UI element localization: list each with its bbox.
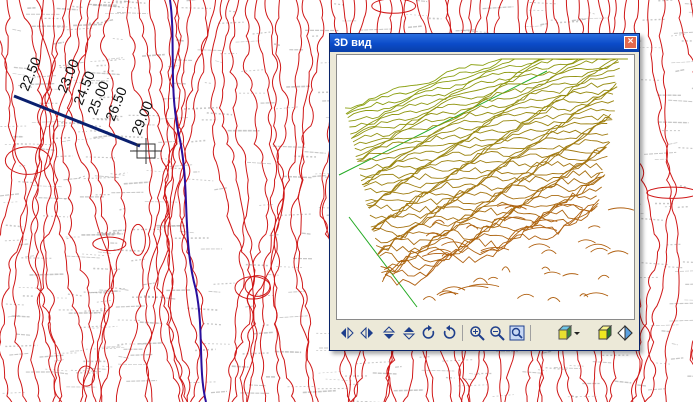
zoom-extents-icon[interactable] <box>508 324 526 342</box>
view-toolbar <box>336 322 633 346</box>
dropdown-arrow-icon[interactable] <box>572 324 582 342</box>
perspective-icon[interactable] <box>616 324 634 342</box>
3d-view-window[interactable]: 3D вид × <box>329 33 640 351</box>
3d-viewport[interactable] <box>336 54 635 320</box>
shaded-cube-icon[interactable] <box>596 324 614 342</box>
rotate-right-icon[interactable] <box>358 324 376 342</box>
terrain-mark <box>395 365 402 368</box>
toolbar-separator <box>530 325 531 341</box>
terrain-mark <box>130 353 153 356</box>
toolbar-separator <box>462 325 463 341</box>
window-title-bar[interactable]: 3D вид × <box>330 34 639 52</box>
terrain-mark <box>685 283 693 285</box>
tilt-down-icon[interactable] <box>380 324 398 342</box>
terrain-mark <box>112 229 126 232</box>
window-title: 3D вид <box>334 37 372 49</box>
terrain-mark <box>103 69 115 73</box>
close-icon: × <box>627 36 634 47</box>
rotate-left-icon[interactable] <box>338 324 356 342</box>
tilt-up-icon[interactable] <box>400 324 418 342</box>
close-button[interactable]: × <box>624 36 637 49</box>
zoom-in-icon[interactable] <box>468 324 486 342</box>
zoom-out-icon[interactable] <box>488 324 506 342</box>
terrain-mark <box>677 205 688 209</box>
rotate-cw-icon[interactable] <box>420 324 438 342</box>
rotate-ccw-icon[interactable] <box>440 324 458 342</box>
terrain-mark <box>286 85 311 88</box>
terrain-mark <box>274 350 302 354</box>
